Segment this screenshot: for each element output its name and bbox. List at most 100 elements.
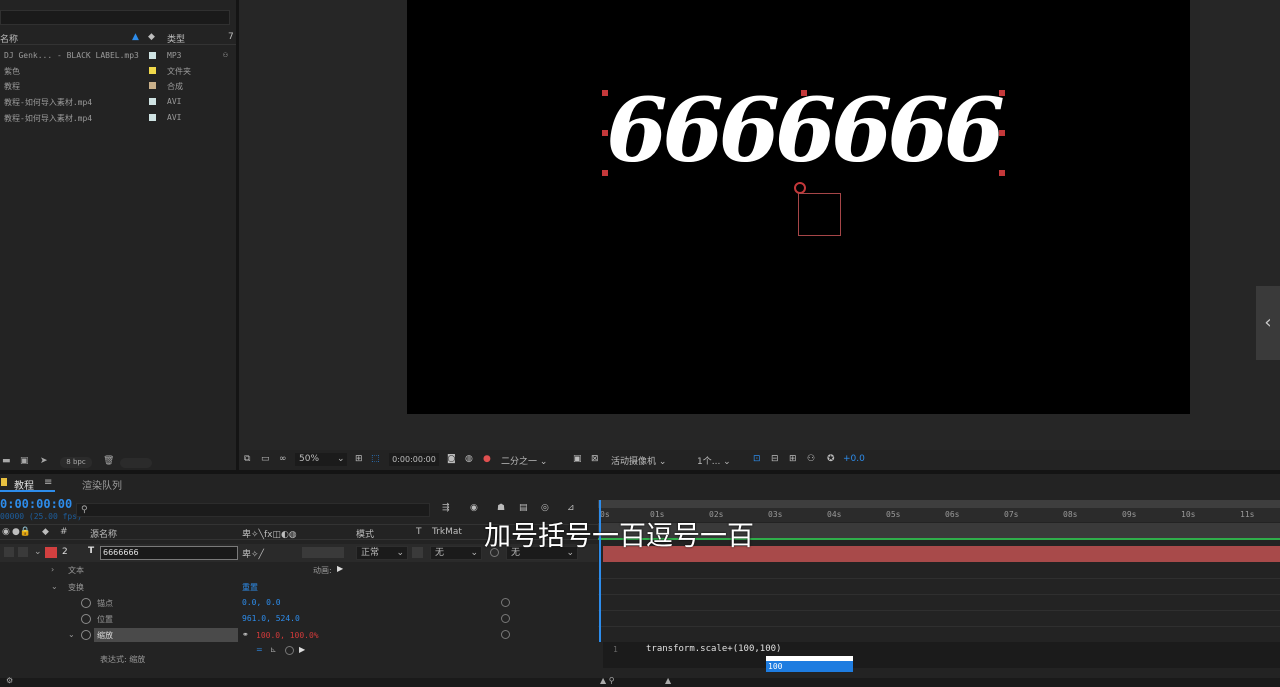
graph-editor-icon[interactable]: ⊿ [567,503,575,513]
blend-mode-dropdown[interactable]: 正常 ⌄ [356,546,408,560]
comp-mini-flowchart-icon[interactable]: ⇶ [442,503,450,513]
prop-scale-highlight[interactable] [94,628,238,642]
fast-preview-icon[interactable]: ⊡ [753,454,761,464]
exposure-value[interactable]: +0.0 [843,454,865,464]
grid-icon[interactable]: ⊞ [355,454,363,464]
bbox-handle[interactable] [801,90,807,96]
pickwhip-icon[interactable] [501,630,510,639]
folder-icon[interactable]: ▬ [2,456,11,466]
new-comp-icon[interactable]: ▣ [20,456,29,466]
sort-arrow-icon[interactable]: ▲ [132,32,139,42]
chevron-right-icon[interactable]: › [51,565,54,574]
column-type[interactable]: 类型 [167,32,185,45]
pickwhip-icon[interactable] [501,614,510,623]
chevron-left-icon[interactable]: ‹ [1256,286,1280,360]
project-item[interactable]: 紫色 文件夹 [0,63,236,78]
tab-menu-icon[interactable]: ≡ [44,477,52,488]
eye-icon[interactable]: ◉ [2,527,10,537]
layer-label-color[interactable] [45,547,57,558]
project-item[interactable]: 教程 合成 [0,78,236,93]
label-tag-icon[interactable]: ◆ [42,527,49,537]
expression-menu-icon[interactable]: ▶ [299,645,305,654]
autocomplete-option[interactable]: 100 [766,661,853,672]
stopwatch-icon[interactable] [81,598,91,608]
camera-icon[interactable]: ◙ [447,454,456,464]
exposure-icon[interactable]: ✪ [827,454,835,464]
project-item[interactable]: DJ Genk... - BLACK LABEL.mp3 MP3 ⚇ [0,48,236,63]
camera-dropdown[interactable]: 活动摄像机 ⌄ [611,454,666,467]
timeline-timecode[interactable]: 0:00:00:00 [0,497,72,511]
trkmat-dropdown[interactable]: 无 ⌄ [430,546,482,560]
bbox-handle[interactable] [999,170,1005,176]
zoom-dropdown[interactable]: 50% ⌄ [295,453,347,466]
scale-value[interactable]: 100.0, 100.0% [256,631,319,640]
chevron-down-icon[interactable]: ⌄ [68,630,75,639]
layer-switch-boxes[interactable] [302,547,344,558]
bbox-handle[interactable] [999,90,1005,96]
panel-menu-icon[interactable]: 7 [228,32,234,42]
zoom-in-icon[interactable]: ▲ [665,676,671,685]
flowchart-icon[interactable]: ➤ [40,456,48,466]
project-item[interactable]: 教程-如何导入素材.mp4 AVI [0,110,236,125]
network-icon[interactable]: ⚇ [807,454,815,464]
always-preview-icon[interactable]: ⧉ [244,454,250,464]
mask-icon[interactable]: ⬚ [371,454,380,464]
autocomplete-popup[interactable]: 100 [766,656,853,672]
column-trkmat[interactable]: TrkMat [432,527,462,537]
current-time-field[interactable]: 0:00:00:00 [389,453,439,466]
column-mode[interactable]: 模式 [356,527,374,540]
alpha-icon[interactable]: ◍ [465,454,473,464]
toggle-switches-icon[interactable]: ⚙ [6,676,13,685]
color-channel-icon[interactable]: ● [483,454,491,464]
expression-enable-icon[interactable]: = [256,645,263,654]
transparency-grid-icon[interactable]: ⊠ [591,454,599,464]
column-name[interactable]: 名称 [0,32,18,45]
trash-icon[interactable]: 🗑 [103,456,114,466]
glasses-icon[interactable]: ∞ [279,454,287,464]
tab-render-queue[interactable]: 渲染队列 [82,477,122,492]
stopwatch-icon[interactable] [81,614,91,624]
layer-bounds-box[interactable] [798,193,841,236]
time-navigator[interactable] [598,500,1280,508]
anchor-value[interactable]: 0.0, 0.0 [242,598,281,607]
reset-link[interactable]: 重置 [242,582,258,593]
chevron-down-icon[interactable]: ⌄ [34,547,42,557]
layer-switches[interactable]: 卑✧╱ [242,547,264,560]
stopwatch-icon[interactable] [81,630,91,640]
project-search-input[interactable] [0,10,230,25]
bpc-button[interactable]: 8 bpc [60,457,92,468]
bbox-handle[interactable] [999,130,1005,136]
graph-icon[interactable]: ⊾ [270,645,277,654]
project-item[interactable]: 教程-如何导入素材.mp4 AVI [0,94,236,109]
shy-icon[interactable]: ☗ [497,503,505,513]
bbox-handle[interactable] [602,90,608,96]
monitor-icon[interactable]: ▭ [261,454,270,464]
timeline-search-input[interactable]: ⚲ [76,503,430,517]
animate-play-icon[interactable]: ▶ [337,564,343,573]
flowchart-icon[interactable]: ⊞ [789,454,797,464]
label-color-swatch[interactable] [149,52,156,59]
zoom-out-icon[interactable]: ▲ ⚲ [600,676,615,685]
label-color-swatch[interactable] [149,67,156,74]
layer-name-field[interactable]: 6666666 [100,546,238,560]
draft-3d-icon[interactable]: ◉ [470,503,478,513]
expression-pickwhip-icon[interactable] [285,646,294,655]
position-value[interactable]: 961.0, 524.0 [242,614,300,623]
label-color-swatch[interactable] [149,114,156,121]
expression-code[interactable]: transform.scale+(100,100) [646,644,781,654]
bbox-handle[interactable] [602,170,608,176]
preserve-transparency-toggle[interactable] [412,547,423,558]
pickwhip-icon[interactable] [501,598,510,607]
column-source-name[interactable]: 源名称 [90,527,117,540]
visibility-toggle[interactable] [4,547,14,557]
lock-icon[interactable]: ●🔒 [12,527,31,537]
roi-icon[interactable]: ▣ [573,454,582,464]
resolution-dropdown[interactable]: 二分之一 ⌄ [501,454,547,467]
thumbnail-slider[interactable] [120,458,152,468]
views-dropdown[interactable]: 1个... ⌄ [697,454,731,467]
solo-toggle[interactable] [18,547,28,557]
label-color-swatch[interactable] [149,98,156,105]
frame-blend-icon[interactable]: ▤ [519,503,528,513]
label-color-swatch[interactable] [149,82,156,89]
bbox-handle[interactable] [602,130,608,136]
